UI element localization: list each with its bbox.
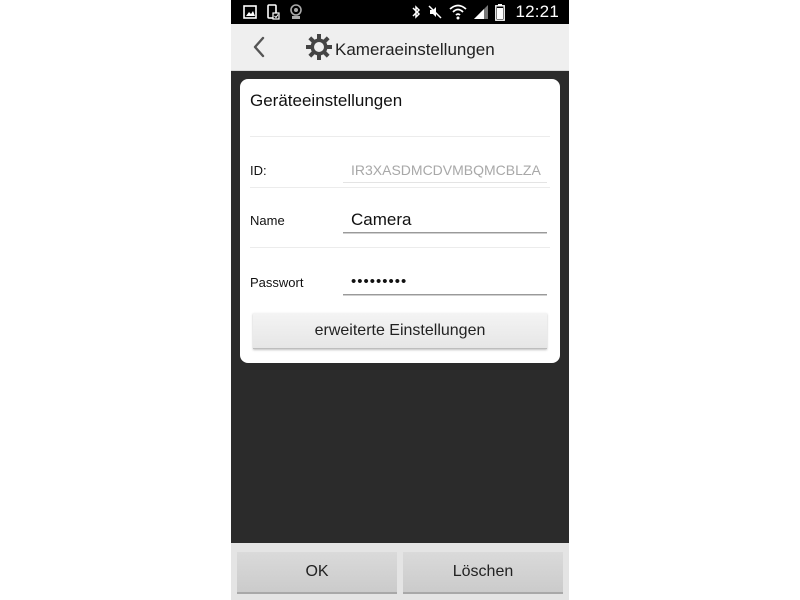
wifi-icon (449, 4, 468, 20)
mute-icon (427, 4, 443, 20)
status-bar: 12:21 (231, 0, 569, 24)
password-input[interactable]: ••••••••• (343, 269, 547, 295)
id-label: ID: (250, 163, 267, 178)
page-title: Kameraeinstellungen (335, 39, 495, 59)
app-header: Kameraeinstellungen (231, 24, 569, 71)
chevron-left-icon (249, 36, 271, 64)
delete-button[interactable]: Löschen (403, 552, 563, 594)
gallery-notification-icon (243, 5, 257, 19)
status-right-icons: 12:21 (411, 2, 559, 21)
advanced-settings-button[interactable]: erweiterte Einstellungen (253, 313, 547, 349)
id-field: IR3XASDMCDVMBQMCBLZA (343, 157, 547, 183)
signal-icon (473, 4, 489, 20)
battery-icon (495, 3, 506, 21)
heading-divider (250, 136, 550, 137)
header-title-group: Kameraeinstellungen (305, 33, 495, 66)
id-divider (250, 187, 550, 188)
card-heading: Geräteeinstellungen (250, 91, 403, 110)
ok-button[interactable]: OK (237, 552, 397, 594)
camera-app-notification-icon (289, 4, 303, 20)
device-settings-card: Geräteeinstellungen ID: IR3XASDMCDVMBQMC… (240, 79, 560, 363)
status-left-icons (243, 3, 303, 21)
name-input[interactable] (343, 207, 547, 233)
bluetooth-icon (411, 4, 421, 20)
status-clock: 12:21 (515, 2, 559, 21)
bottom-action-bar: OK Löschen (231, 543, 569, 600)
screenshot-notification-icon (266, 4, 280, 20)
name-divider (250, 247, 550, 248)
phone-screen: 12:21 Kameraeinstellungen Geräteeinstell… (231, 0, 569, 600)
gear-icon (305, 33, 333, 66)
back-button[interactable] (249, 34, 271, 60)
name-label: Name (250, 213, 285, 228)
password-label: Passwort (250, 275, 304, 290)
